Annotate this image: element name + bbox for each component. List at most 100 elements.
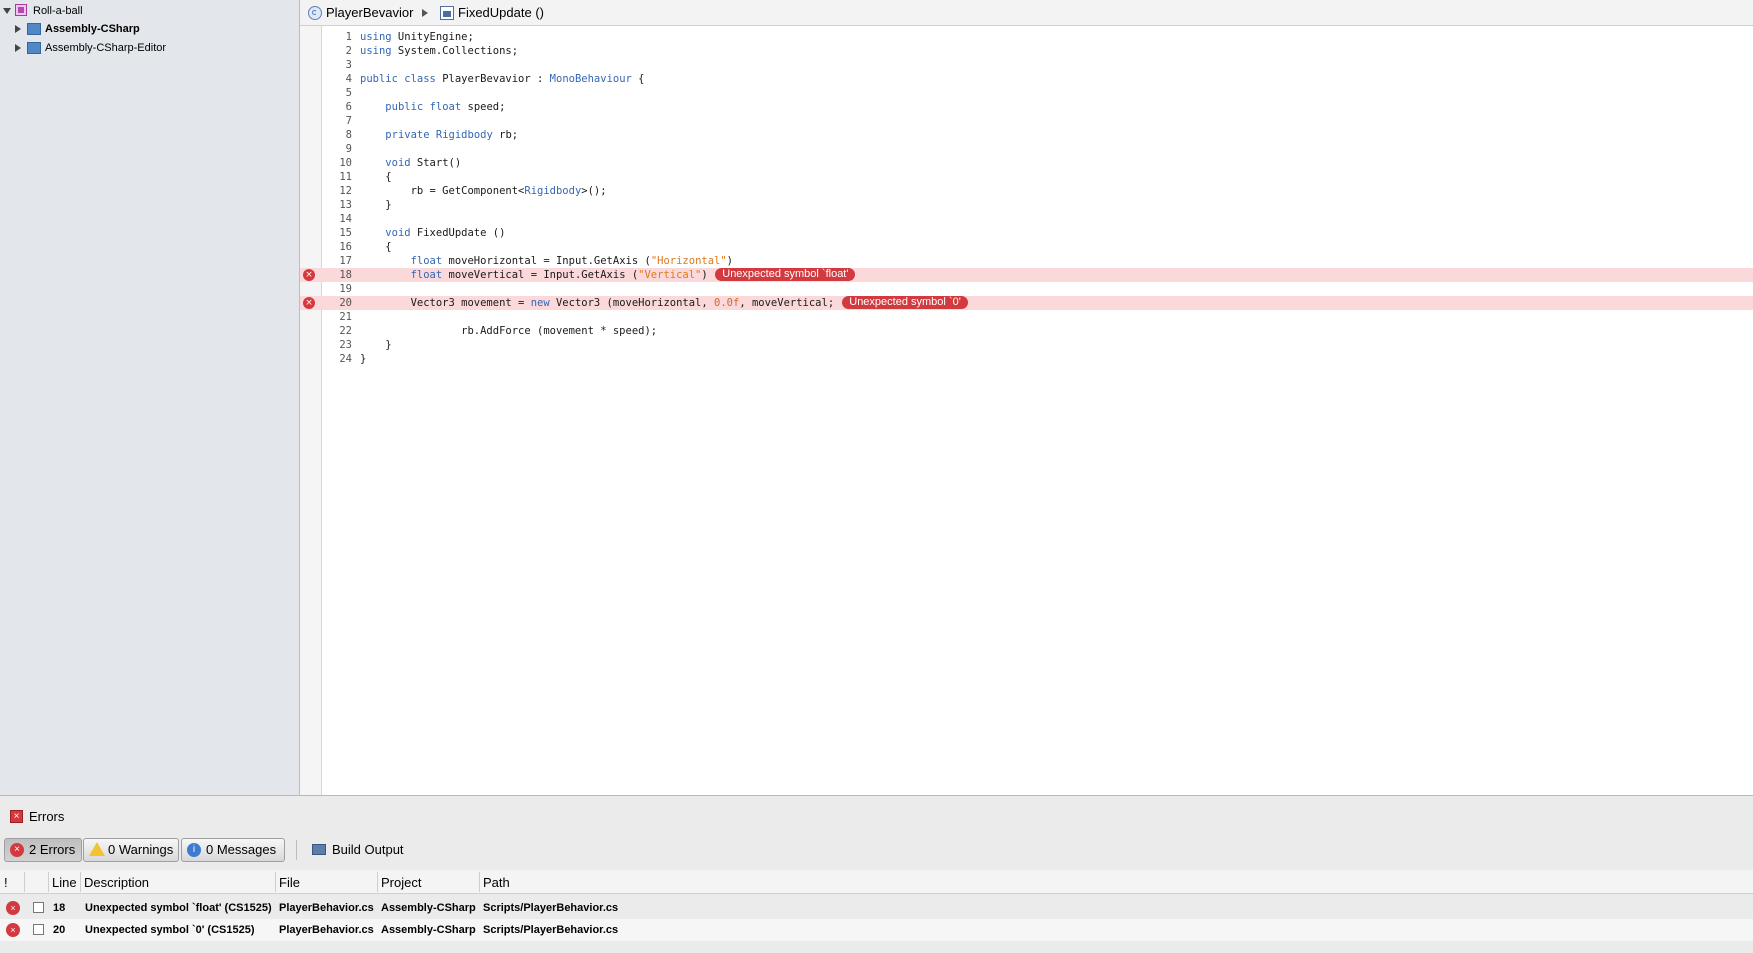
line-number: 19 <box>339 283 352 295</box>
breadcrumb-class[interactable]: PlayerBevavior <box>326 5 413 20</box>
csharp-project-icon <box>27 42 41 54</box>
code-line[interactable]: 23 } <box>300 338 1753 352</box>
code-line[interactable]: 15 void FixedUpdate () <box>300 226 1753 240</box>
code-line[interactable]: 13 } <box>300 198 1753 212</box>
code-line[interactable]: 19 <box>300 282 1753 296</box>
error-line: 18 <box>53 902 66 914</box>
code-line[interactable]: 9 <box>300 142 1753 156</box>
code-text[interactable]: void FixedUpdate () <box>360 226 505 240</box>
error-bubble[interactable]: Unexpected symbol `float' <box>715 268 856 281</box>
code-text[interactable]: } <box>360 352 366 366</box>
error-row[interactable]: × 18 Unexpected symbol `float' (CS1525) … <box>0 897 1753 919</box>
code-line-error[interactable]: × 18 float moveVertical = Input.GetAxis (… <box>300 268 1753 282</box>
column-divider[interactable] <box>275 872 276 892</box>
code-text[interactable]: } <box>360 198 391 212</box>
column-icon[interactable]: ! <box>4 875 8 890</box>
code-line[interactable]: 22 rb.AddForce (movement * speed); <box>300 324 1753 338</box>
column-divider[interactable] <box>24 872 25 892</box>
messages-filter-button[interactable]: i 0 Messages <box>181 838 285 862</box>
tree-item-solution[interactable]: Roll-a-ball <box>0 2 296 20</box>
code-line[interactable]: 3 <box>300 58 1753 72</box>
line-number: 13 <box>339 199 352 211</box>
code-line[interactable]: 11 { <box>300 170 1753 184</box>
method-icon <box>440 6 454 20</box>
code-text[interactable]: } <box>360 338 391 352</box>
code-line[interactable]: 14 <box>300 212 1753 226</box>
errors-filter-label: 2 Errors <box>29 842 76 857</box>
code-line[interactable]: 6 public float speed; <box>300 100 1753 114</box>
breadcrumb-method[interactable]: FixedUpdate () <box>458 5 544 20</box>
code-line[interactable]: 7 <box>300 114 1753 128</box>
code-line[interactable]: 8 private Rigidbody rb; <box>300 128 1753 142</box>
code-line[interactable]: 10 void Start() <box>300 156 1753 170</box>
code-text[interactable]: rb.AddForce (movement * speed); <box>360 324 657 338</box>
code-line[interactable]: 4 public class PlayerBevavior : MonoBehav… <box>300 72 1753 86</box>
column-description[interactable]: Description <box>84 875 149 890</box>
code-text[interactable]: { <box>360 170 391 184</box>
code-line[interactable]: 12 rb = GetComponent<Rigidbody>(); <box>300 184 1753 198</box>
error-row-checkbox[interactable] <box>33 924 44 935</box>
code-line[interactable]: 21 <box>300 310 1753 324</box>
breadcrumb: PlayerBevavior FixedUpdate () <box>300 0 1753 26</box>
code-text[interactable]: using UnityEngine; <box>360 30 474 44</box>
column-project[interactable]: Project <box>381 875 421 890</box>
error-icon: × <box>10 843 24 857</box>
code-text[interactable]: using System.Collections; <box>360 44 518 58</box>
error-marker-icon[interactable]: × <box>303 297 315 309</box>
code-line[interactable]: 1 using UnityEngine; <box>300 30 1753 44</box>
error-project: Assembly-CSharp <box>381 902 476 914</box>
column-divider[interactable] <box>479 872 480 892</box>
column-divider[interactable] <box>377 872 378 892</box>
csharp-project-icon <box>27 23 41 35</box>
code-text[interactable]: Vector3 movement = new Vector3 (moveHori… <box>360 296 835 310</box>
error-icon: × <box>10 810 23 823</box>
column-path[interactable]: Path <box>483 875 510 890</box>
error-description: Unexpected symbol `0' (CS1525) <box>85 924 255 936</box>
error-path: Scripts/PlayerBehavior.cs <box>483 902 619 914</box>
build-output-label: Build Output <box>332 842 404 857</box>
code-line[interactable]: 16 { <box>300 240 1753 254</box>
warnings-filter-button[interactable]: 0 Warnings <box>83 838 179 862</box>
line-number: 9 <box>345 143 352 155</box>
expand-arrow-icon[interactable] <box>15 25 21 33</box>
warning-icon <box>89 842 105 856</box>
line-number: 18 <box>339 269 352 281</box>
code-text-area[interactable]: 1 using UnityEngine; 2 using System.Collect… <box>300 26 1753 795</box>
code-line[interactable]: 2 using System.Collections; <box>300 44 1753 58</box>
code-text[interactable]: public float speed; <box>360 100 505 114</box>
line-number: 15 <box>339 227 352 239</box>
errors-filter-button[interactable]: × 2 Errors <box>4 838 82 862</box>
column-divider[interactable] <box>48 872 49 892</box>
error-project: Assembly-CSharp <box>381 924 476 936</box>
code-line[interactable]: 24} <box>300 352 1753 366</box>
error-row[interactable]: × 20 Unexpected symbol `0' (CS1525) Play… <box>0 919 1753 941</box>
error-marker-icon[interactable]: × <box>303 269 315 281</box>
error-bubble[interactable]: Unexpected symbol `0' <box>842 296 968 309</box>
error-icon: × <box>6 923 20 937</box>
expand-arrow-icon[interactable] <box>3 8 11 14</box>
column-divider[interactable] <box>80 872 81 892</box>
code-text[interactable]: public class PlayerBevavior : MonoBehavi… <box>360 72 645 86</box>
code-line-error[interactable]: × 20 Vector3 movement = new Vector3 (move… <box>300 296 1753 310</box>
code-line[interactable]: 17 float moveHorizontal = Input.GetAxis … <box>300 254 1753 268</box>
info-icon: i <box>187 843 201 857</box>
code-text[interactable]: float moveVertical = Input.GetAxis ("Ver… <box>360 268 708 282</box>
code-text[interactable]: rb = GetComponent<Rigidbody>(); <box>360 184 607 198</box>
tree-item-project[interactable]: Assembly-CSharp <box>0 20 296 38</box>
code-editor[interactable]: PlayerBevavior FixedUpdate () 1 using Uni… <box>300 0 1753 795</box>
tree-item-project[interactable]: Assembly-CSharp-Editor <box>0 39 296 57</box>
code-line[interactable]: 5 <box>300 86 1753 100</box>
error-row-checkbox[interactable] <box>33 902 44 913</box>
error-file: PlayerBehavior.cs <box>279 924 374 936</box>
code-text[interactable]: void Start() <box>360 156 461 170</box>
column-file[interactable]: File <box>279 875 300 890</box>
code-text[interactable]: private Rigidbody rb; <box>360 128 518 142</box>
messages-filter-label: 0 Messages <box>206 842 277 857</box>
error-path: Scripts/PlayerBehavior.cs <box>483 924 619 936</box>
code-text[interactable]: float moveHorizontal = Input.GetAxis ("H… <box>360 254 733 268</box>
column-line[interactable]: Line <box>52 875 77 890</box>
expand-arrow-icon[interactable] <box>15 44 21 52</box>
line-number: 21 <box>339 311 352 323</box>
error-line: 20 <box>53 924 66 936</box>
code-text[interactable]: { <box>360 240 391 254</box>
